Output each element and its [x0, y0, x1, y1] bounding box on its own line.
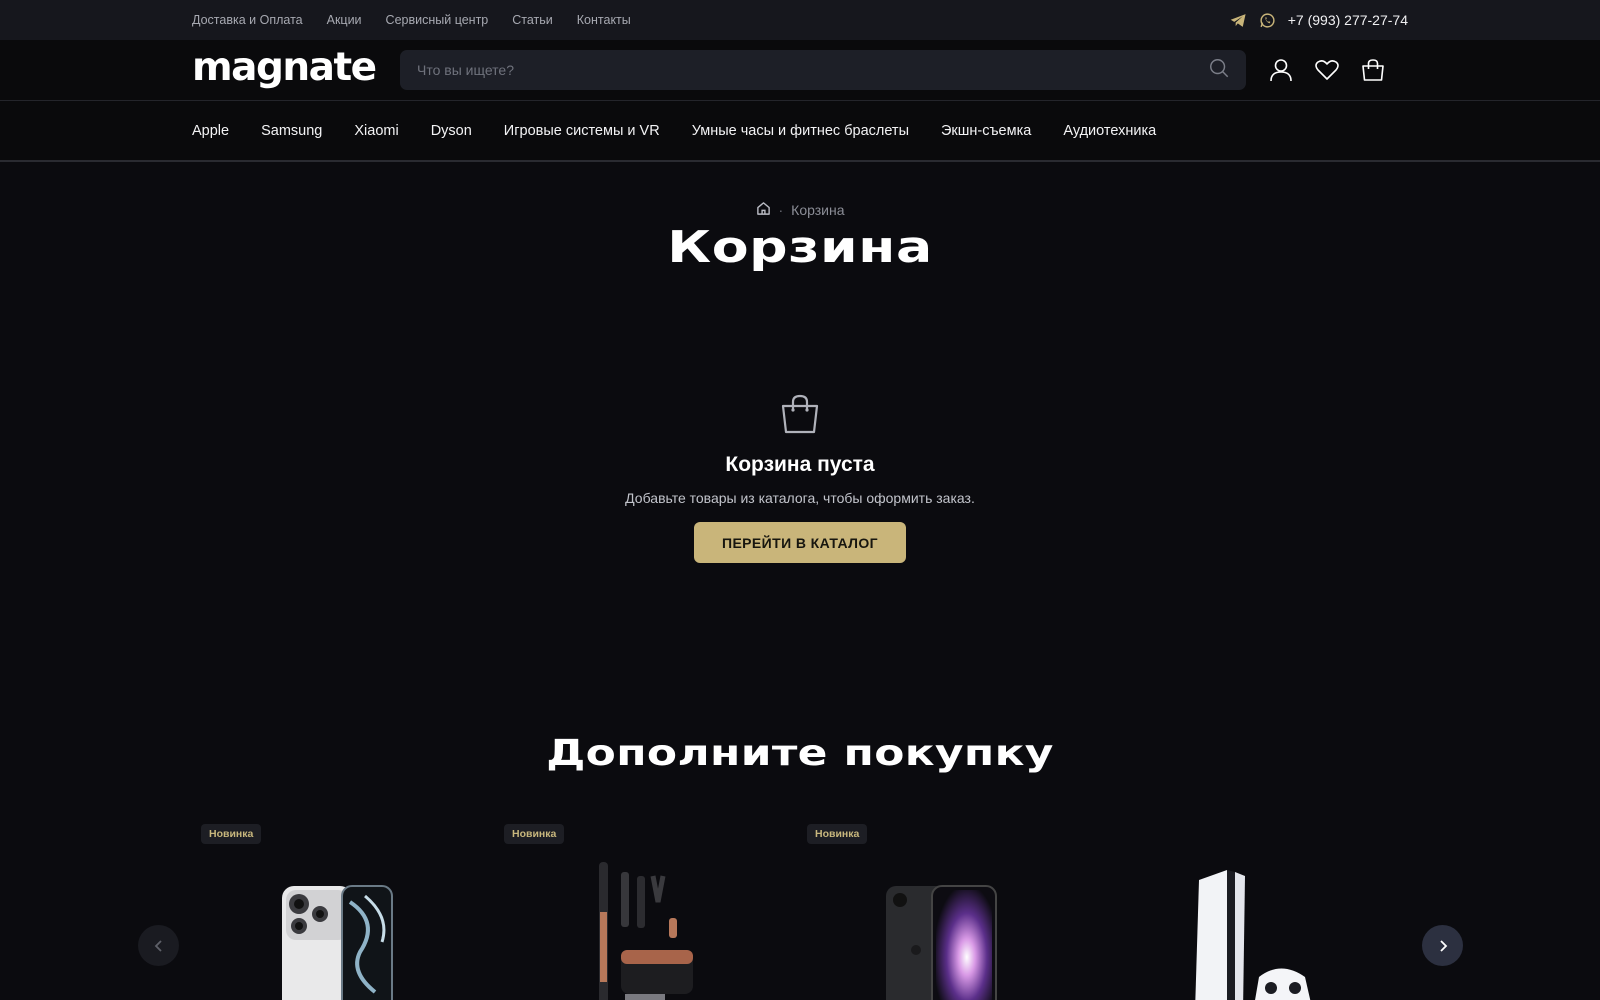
new-badge: Новинка — [504, 824, 565, 844]
nav-item-audio[interactable]: Аудиотехника — [1063, 123, 1156, 139]
top-bar: Доставка и Оплата Акции Сервисный центр … — [0, 0, 1600, 40]
logo[interactable]: magnate — [192, 48, 400, 87]
carousel-prev-button[interactable] — [138, 925, 179, 966]
empty-bag-icon — [779, 393, 821, 435]
product-image — [599, 862, 693, 1000]
product-carousel: Новинка Новинка Новинка — [200, 822, 1400, 1000]
top-link-articles[interactable]: Статьи — [512, 13, 553, 27]
nav-item-action-cameras[interactable]: Экшн-съемка — [941, 123, 1031, 139]
top-links: Доставка и Оплата Акции Сервисный центр … — [192, 13, 631, 27]
new-badge: Новинка — [807, 824, 868, 844]
product-card[interactable] — [1109, 822, 1400, 1000]
go-to-catalog-button[interactable]: ПЕРЕЙТИ В КАТАЛОГ — [694, 522, 906, 563]
product-card[interactable]: Новинка — [806, 822, 1097, 1000]
empty-cart-description: Добавьте товары из каталога, чтобы оформ… — [625, 490, 975, 506]
page-title: Корзина — [667, 222, 933, 273]
product-image — [282, 885, 393, 1000]
search-bar — [400, 50, 1246, 90]
top-link-promotions[interactable]: Акции — [327, 13, 362, 27]
carousel-next-button[interactable] — [1422, 925, 1463, 966]
breadcrumb-separator: · — [778, 202, 784, 218]
product-card[interactable]: Новинка — [200, 822, 491, 1000]
top-link-service-center[interactable]: Сервисный центр — [386, 13, 489, 27]
chevron-right-icon — [1439, 939, 1447, 952]
telegram-icon[interactable] — [1230, 13, 1247, 28]
product-image — [1195, 870, 1311, 1000]
breadcrumb: · Корзина — [0, 201, 1600, 219]
new-badge: Новинка — [201, 824, 262, 844]
cart-icon[interactable] — [1360, 57, 1386, 83]
nav-item-samsung[interactable]: Samsung — [261, 123, 322, 139]
search-input[interactable] — [417, 62, 1177, 78]
top-link-contacts[interactable]: Контакты — [577, 13, 631, 27]
top-link-delivery[interactable]: Доставка и Оплата — [192, 13, 303, 27]
nav-item-smartwatches[interactable]: Умные часы и фитнес браслеты — [692, 123, 909, 139]
product-card[interactable]: Новинка — [503, 822, 794, 1000]
whatsapp-icon[interactable] — [1259, 12, 1276, 29]
category-nav: Apple Samsung Xiaomi Dyson Игровые систе… — [0, 101, 1600, 162]
upsell-title: Дополните покупку — [546, 733, 1054, 774]
header-icons — [1268, 57, 1386, 83]
search-icon[interactable] — [1208, 57, 1230, 84]
nav-item-dyson[interactable]: Dyson — [431, 123, 472, 139]
header: magnate — [0, 40, 1600, 101]
chevron-left-icon — [154, 939, 162, 952]
heart-icon[interactable] — [1314, 57, 1340, 83]
home-icon[interactable] — [756, 201, 771, 219]
user-icon[interactable] — [1268, 57, 1294, 83]
breadcrumb-current: Корзина — [791, 202, 845, 218]
phone-number[interactable]: +7 (993) 277-27-74 — [1288, 12, 1408, 28]
contacts: +7 (993) 277-27-74 — [1230, 12, 1408, 29]
nav-item-xiaomi[interactable]: Xiaomi — [354, 123, 398, 139]
nav-item-gaming-vr[interactable]: Игровые системы и VR — [504, 123, 660, 139]
empty-cart-title: Корзина пуста — [725, 453, 875, 476]
nav-item-apple[interactable]: Apple — [192, 123, 229, 139]
product-image — [886, 885, 997, 1000]
